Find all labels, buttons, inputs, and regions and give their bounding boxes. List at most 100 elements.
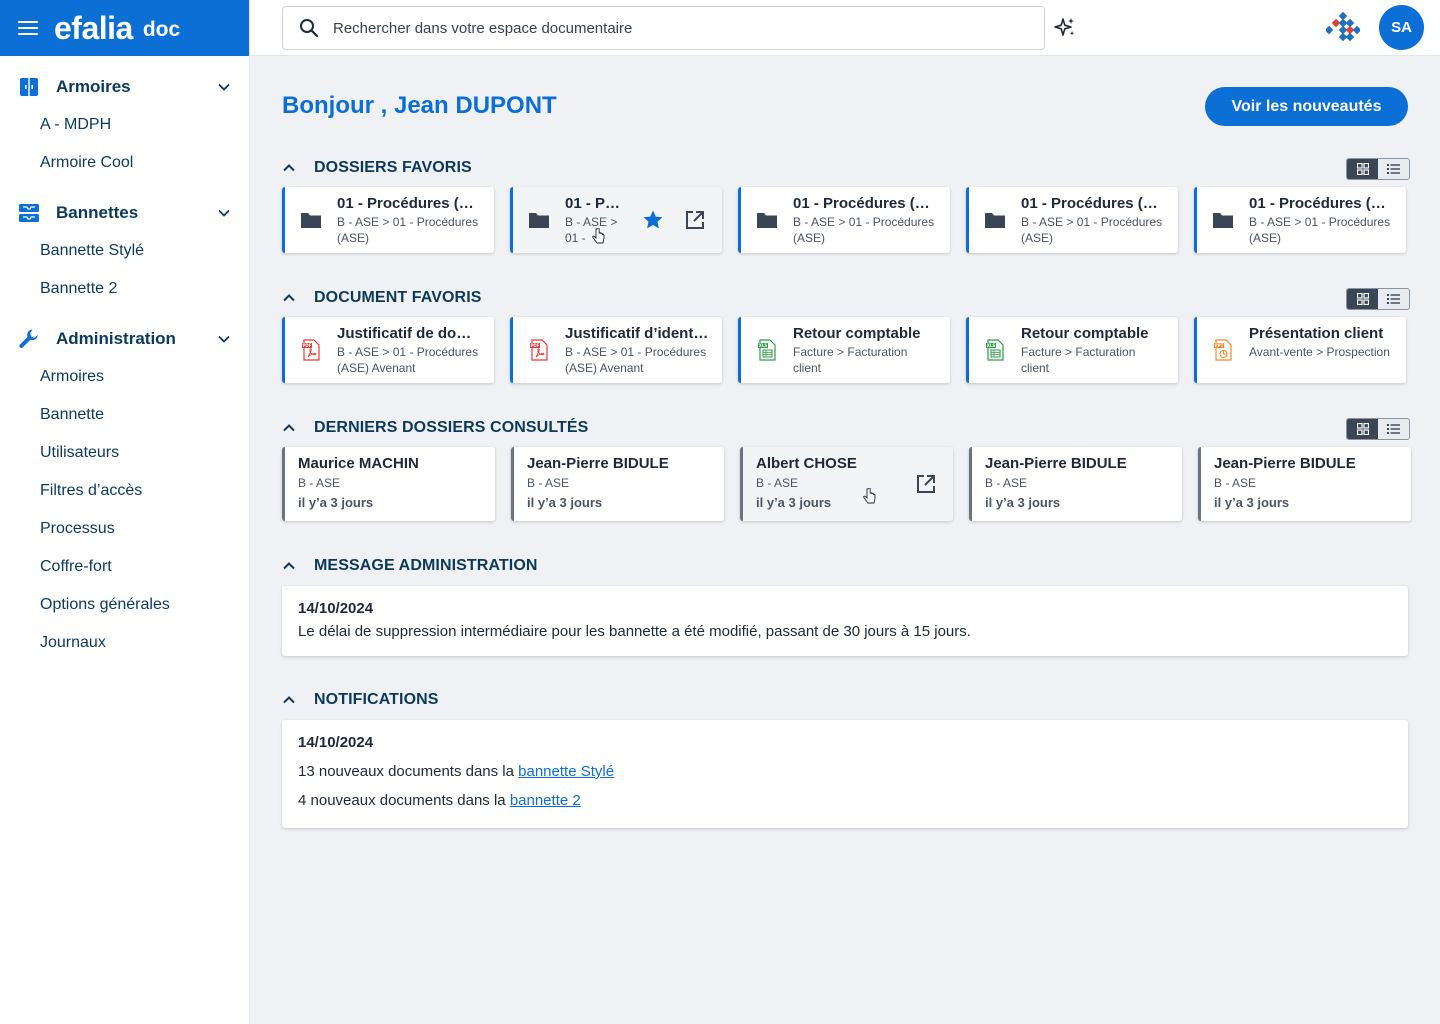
card-path: B - ASE > 01 - Procédures (ASE) Avenant (565, 345, 707, 375)
view-toggle (1346, 418, 1410, 440)
sidebar-item-armoire-cool[interactable]: Armoire Cool (0, 144, 249, 182)
search-box[interactable] (282, 6, 1045, 50)
recent-folder-card[interactable]: Jean-Pierre BIDULE B - ASE il y’a 3 jour… (969, 447, 1182, 521)
pdf-file-icon: PDF (302, 339, 320, 361)
star-icon[interactable] (642, 209, 664, 231)
svg-text:PDF: PDF (531, 343, 540, 348)
sidebar-item-bannette-style[interactable]: Bannette Stylé (0, 232, 249, 270)
card-title: Présentation client (1249, 325, 1384, 342)
card-path: B - ASE (1214, 476, 1257, 490)
pdf-file-icon: PDF (530, 339, 548, 361)
chevron-up-icon[interactable] (282, 421, 296, 435)
section-header: MESSAGE ADMINISTRATION (282, 554, 1410, 578)
section-header: DOCUMENT FAVORIS (282, 286, 1410, 310)
message-date: 14/10/2024 (298, 600, 374, 617)
sidebar-item-a-mdph[interactable]: A - MDPH (0, 106, 249, 144)
grid-view-button[interactable] (1347, 289, 1378, 309)
chevron-up-icon[interactable] (282, 291, 296, 305)
folder-card[interactable]: 01 - Procédures (ASE) B - ASE > 01 - Proc… (1194, 187, 1406, 253)
company-logo-icon[interactable] (1326, 12, 1360, 44)
svg-text:PPT: PPT (1215, 343, 1224, 348)
card-date: il y’a 3 jours (527, 495, 603, 510)
open-external-icon[interactable] (915, 473, 937, 495)
card-title: Albert CHOSE (756, 455, 857, 472)
chevron-up-icon[interactable] (282, 559, 296, 573)
card-date: il y’a 3 jours (756, 495, 832, 510)
sidebar-nav: Armoires A - MDPH Armoire Cool Bannettes… (0, 56, 249, 662)
list-view-button[interactable] (1378, 289, 1409, 309)
nav-head-label: Administration (56, 329, 176, 348)
document-card[interactable]: PDF Justificatif d’identité B - ASE > 01 … (510, 317, 722, 383)
card-title: Jean-Pierre BIDULE (985, 455, 1127, 472)
svg-text:XLS: XLS (987, 343, 996, 348)
list-icon (1387, 164, 1400, 174)
grid-view-button[interactable] (1347, 419, 1378, 439)
notification-date: 14/10/2024 (298, 734, 374, 751)
folder-card[interactable]: 01 - Procédures (ASE) B - ASE > 01 - Proc… (510, 187, 722, 253)
card-title: Justificatif d’identité (565, 325, 710, 342)
document-card[interactable]: PDF Justificatif de domicile B - ASE > 01… (282, 317, 494, 383)
nav-head-label: Bannettes (56, 203, 139, 222)
card-title: Retour comptable (793, 325, 921, 342)
card-path: Facture > Facturation client (793, 345, 908, 375)
notification-link-bannette-2[interactable]: bannette 2 (510, 792, 581, 809)
folder-card[interactable]: 01 - Procédures (ASE) B - ASE > 01 - Proc… (966, 187, 1178, 253)
list-icon (1387, 424, 1400, 434)
user-avatar[interactable]: SA (1379, 5, 1424, 50)
nav-section-bannettes: Bannettes Bannette Stylé Bannette 2 (0, 194, 249, 308)
card-title: 01 - Procédures (ASE) (793, 195, 938, 212)
recent-folder-card[interactable]: Albert CHOSE B - ASE il y’a 3 jours (740, 447, 953, 521)
card-actions (642, 209, 706, 231)
sidebar-item-coffre-fort[interactable]: Coffre-fort (0, 548, 249, 586)
card-path: B - ASE > 01 - Procédures (ASE) (793, 215, 935, 245)
sidebar-item-processus[interactable]: Processus (0, 510, 249, 548)
nav-section-armoires: Armoires A - MDPH Armoire Cool (0, 68, 249, 182)
section-dossiers-favoris: DOSSIERS FAVORIS 01 - Procédures (ASE) B … (282, 156, 1410, 253)
notification-line: 13 nouveaux documents dans la bannette S… (298, 763, 1392, 780)
notification-link-bannette-style[interactable]: bannette Stylé (518, 763, 614, 780)
menu-icon[interactable] (18, 21, 38, 35)
sidebar-item-bannette-2[interactable]: Bannette 2 (0, 270, 249, 308)
section-header: NOTIFICATIONS (282, 688, 1410, 712)
sidebar-item-admin-bannette[interactable]: Bannette (0, 396, 249, 434)
wrench-icon (18, 328, 40, 350)
chevron-up-icon[interactable] (282, 693, 296, 707)
xls-file-icon: XLS (758, 339, 776, 361)
folder-card[interactable]: 01 - Procédures (ASE) B - ASE > 01 - Proc… (282, 187, 494, 253)
document-card[interactable]: XLS Retour comptable Facture > Facturatio… (738, 317, 950, 383)
card-path: B - ASE > 01 - Procédures (ASE) (1021, 215, 1163, 245)
nav-head-administration[interactable]: Administration (0, 320, 249, 358)
sidebar-item-utilisateurs[interactable]: Utilisateurs (0, 434, 249, 472)
nav-section-administration: Administration Armoires Bannette Utilisa… (0, 320, 249, 662)
section-derniers-dossiers: DERNIERS DOSSIERS CONSULTÉS Maurice MACH… (282, 416, 1411, 521)
section-header: DERNIERS DOSSIERS CONSULTÉS (282, 416, 1410, 440)
nav-head-label: Armoires (56, 77, 131, 96)
chevron-up-icon[interactable] (282, 161, 296, 175)
nav-head-bannettes[interactable]: Bannettes (0, 194, 249, 232)
brand-logo: efalia (54, 9, 133, 46)
nav-head-armoires[interactable]: Armoires (0, 68, 249, 106)
recent-folder-card[interactable]: Jean-Pierre BIDULE B - ASE il y’a 3 jour… (1198, 447, 1411, 521)
sidebar-item-admin-armoires[interactable]: Armoires (0, 358, 249, 396)
sidebar-item-options-generales[interactable]: Options générales (0, 586, 249, 624)
open-external-icon[interactable] (684, 209, 706, 231)
search-input[interactable] (333, 19, 1013, 37)
folder-card[interactable]: 01 - Procédures (ASE) B - ASE > 01 - Proc… (738, 187, 950, 253)
news-button[interactable]: Voir les nouveautés (1205, 87, 1408, 126)
list-view-button[interactable] (1378, 159, 1409, 179)
recent-folder-card[interactable]: Maurice MACHIN B - ASE il y’a 3 jours (282, 447, 495, 521)
svg-text:XLS: XLS (759, 343, 768, 348)
cabinet-icon (18, 76, 40, 98)
list-icon (1387, 294, 1400, 304)
ai-sparkle-icon[interactable] (1053, 16, 1077, 40)
recent-folder-card[interactable]: Jean-Pierre BIDULE B - ASE il y’a 3 jour… (511, 447, 724, 521)
document-card[interactable]: XLS Retour comptable Facture > Facturatio… (966, 317, 1178, 383)
document-card[interactable]: PPT Présentation client Avant-vente > Pro… (1194, 317, 1406, 383)
list-view-button[interactable] (1378, 419, 1409, 439)
card-path: B - ASE > 01 - Procédures (ASE) (1249, 215, 1391, 245)
folder-icon (985, 213, 1005, 228)
grid-view-button[interactable] (1347, 159, 1378, 179)
view-toggle (1346, 158, 1410, 180)
sidebar-item-journaux[interactable]: Journaux (0, 624, 249, 662)
sidebar-item-filtres-acces[interactable]: Filtres d’accès (0, 472, 249, 510)
